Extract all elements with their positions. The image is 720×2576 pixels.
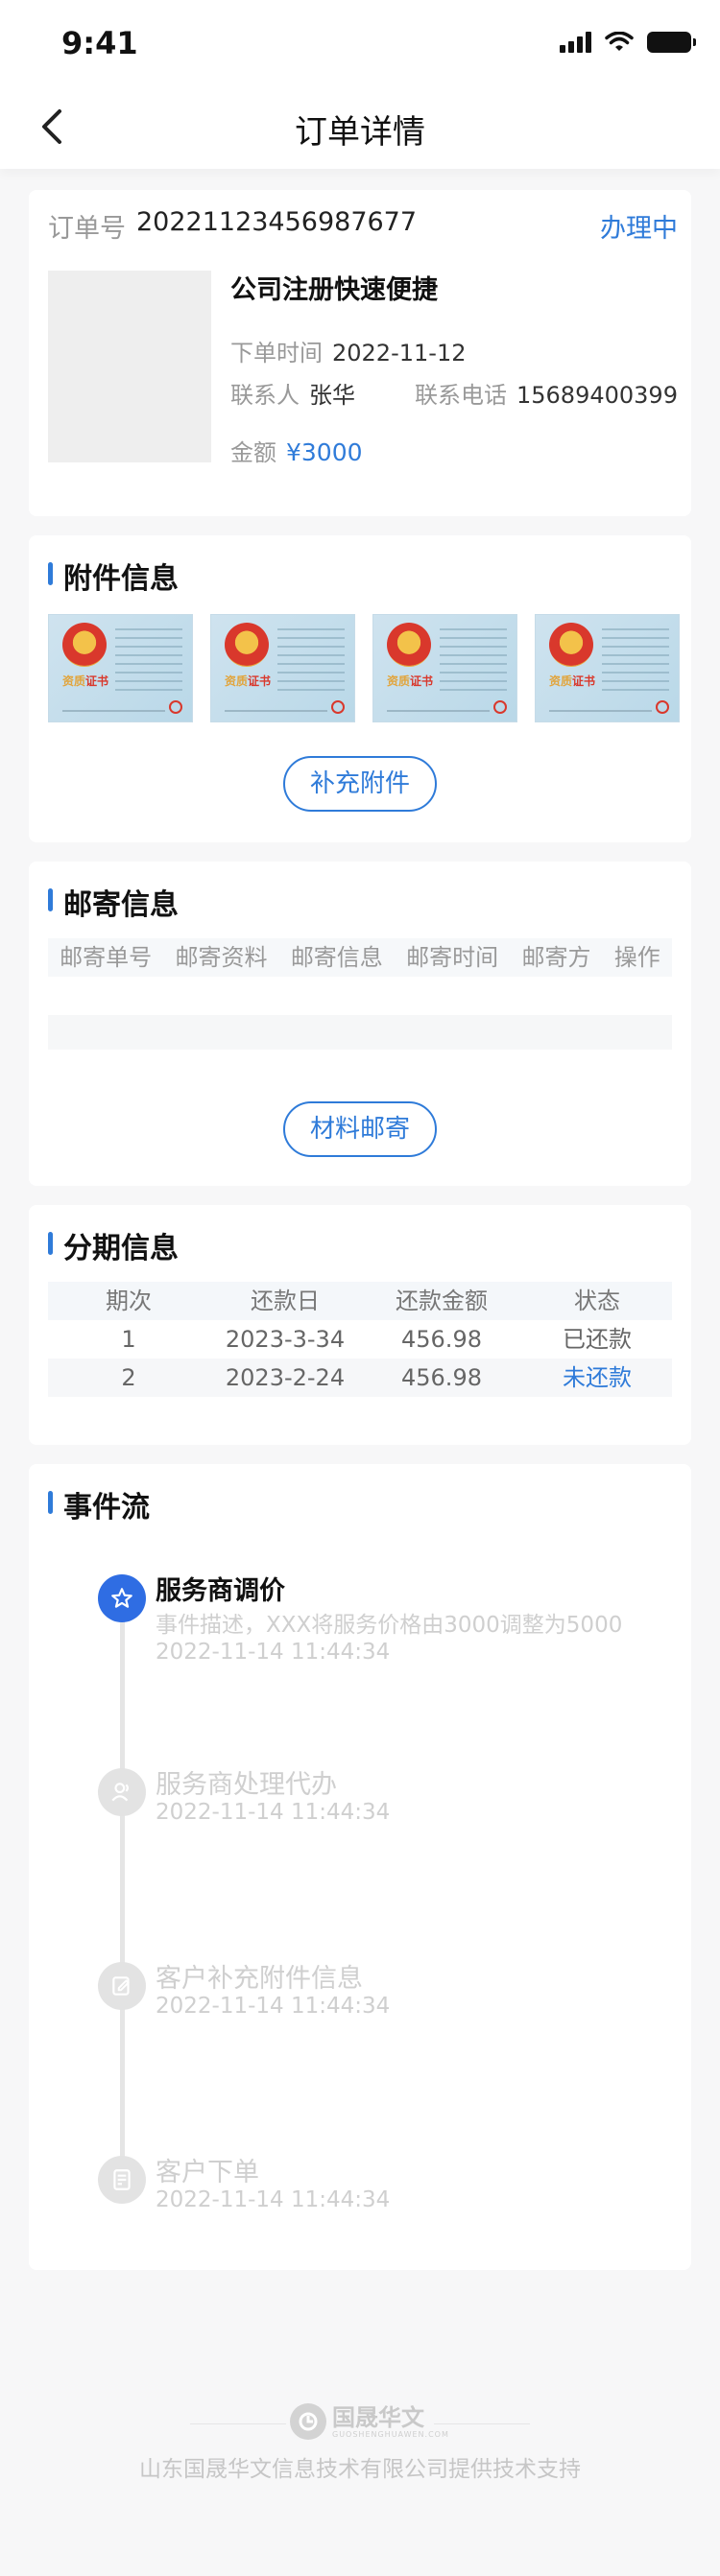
event-title: 客户补充附件信息 [156,1964,363,1994]
table-row: 1 2023-3-34 456.98 已还款 [48,1320,672,1359]
column-header: 期次 [106,1288,152,1314]
event-time: 2022-11-14 11:44:34 [156,1994,391,2019]
timeline-line [120,1598,125,2193]
edit-doc-icon [98,1962,146,2010]
nav-bar: 订单详情 [0,84,720,169]
certificate-thumbnail[interactable]: 资质证书 [535,614,680,722]
certificate-thumbnail[interactable]: 资质证书 [210,614,355,722]
event-desc: 事件描述，XXX将服务价格由3000调整为5000 [156,1613,623,1638]
column-header: 邮寄信息 [290,944,383,971]
users-icon [98,1768,146,1816]
phone-row: 联系电话 15689400399 [415,376,678,410]
logo-mark-icon [290,2403,326,2440]
event-title: 客户下单 [156,2158,259,2187]
contact-name: 张华 [309,382,355,409]
column-header: 邮寄单号 [60,944,153,971]
order-time-row: 下单时间 2022-11-12 [230,334,466,367]
amount-cell: 456.98 [401,1364,482,1391]
period-cell: 1 [121,1326,136,1353]
attachments-card: 附件信息 资质证书 资质证书 资质证书 资质证书 补充附件 [29,535,691,842]
mailing-empty-row [48,1015,672,1050]
order-no: 20221123456987677 [136,207,418,237]
wifi-icon [605,32,634,51]
product-name: 公司注册快速便捷 [230,275,438,305]
event-time: 2022-11-14 11:44:34 [156,2187,391,2212]
logo-subtext: GUOSHENGHUAWEN.COM [332,2429,449,2439]
status-cell: 已还款 [563,1326,632,1353]
column-header: 邮寄时间 [406,944,499,971]
logo-text: 国晟华文 [332,2403,424,2431]
contact-label: 联系人 [230,382,300,409]
event-title: 服务商调价 [156,1576,285,1606]
events-title: 事件流 [48,1483,150,1525]
signal-icon [560,32,591,53]
order-card: 订单号 20221123456987677 办理中 公司注册快速便捷 下单时间 2… [29,190,691,516]
installments-title: 分期信息 [48,1224,179,1266]
amount-label: 金额 [230,439,276,466]
period-cell: 2 [121,1364,136,1391]
column-header: 还款日 [251,1288,320,1314]
amount-value: ¥3000 [286,438,363,466]
status-icons [560,29,696,56]
order-no-label: 订单号 [48,214,126,244]
date-cell: 2023-2-24 [225,1364,346,1391]
status-time: 9:41 [61,25,138,61]
certificate-thumbnail[interactable]: 资质证书 [48,614,193,722]
event-time: 2022-11-14 11:44:34 [156,1640,391,1665]
order-time-label: 下单时间 [230,340,323,366]
installments-card: 分期信息 期次 还款日 还款金额 状态 1 2023-3-34 456.98 已… [29,1205,691,1445]
status-bar: 9:41 [0,0,720,84]
installments-table: 期次 还款日 还款金额 状态 1 2023-3-34 456.98 已还款 2 … [48,1282,672,1397]
phone-label: 联系电话 [415,382,507,409]
mailing-title: 邮寄信息 [48,881,179,923]
mailing-card: 邮寄信息 邮寄单号 邮寄资料 邮寄信息 邮寄时间 邮寄方 操作 材料邮寄 [29,862,691,1186]
column-header: 状态 [574,1288,620,1314]
attachments-title: 附件信息 [48,555,179,597]
battery-icon [647,32,696,53]
attachment-list: 资质证书 资质证书 资质证书 资质证书 [48,614,680,722]
amount-row: 金额 ¥3000 [230,434,363,467]
footer-divider [190,2423,286,2424]
column-header: 操作 [613,944,660,971]
column-header: 邮寄方 [521,944,591,971]
tech-support-text: 山东国晟华文信息技术有限公司提供技术支持 [139,2457,581,2482]
status-cell: 未还款 [563,1364,632,1391]
star-icon [98,1574,146,1622]
product-image [48,271,211,462]
date-cell: 2023-3-34 [225,1326,346,1353]
order-time: 2022-11-12 [332,340,467,366]
column-header: 还款金额 [396,1288,488,1314]
order-doc-icon [98,2156,146,2204]
table-header: 期次 还款日 还款金额 状态 [48,1282,672,1320]
add-attachment-button[interactable]: 补充附件 [283,756,437,812]
contact-row: 联系人 张华 [230,376,355,410]
company-logo: 国晟华文 GUOSHENGHUAWEN.COM [290,2403,449,2440]
order-status-badge: 办理中 [600,214,678,244]
events-card: 事件流 服务商调价 事件描述，XXX将服务价格由3000调整为5000 2022… [29,1464,691,2270]
material-mailing-button[interactable]: 材料邮寄 [283,1101,437,1157]
table-row: 2 2023-2-24 456.98 未还款 [48,1359,672,1397]
certificate-thumbnail[interactable]: 资质证书 [372,614,517,722]
phone-number[interactable]: 15689400399 [516,382,678,409]
column-header: 邮寄资料 [175,944,268,971]
page-title: 订单详情 [295,113,425,152]
amount-cell: 456.98 [401,1326,482,1353]
event-title: 服务商处理代办 [156,1770,337,1800]
event-time: 2022-11-14 11:44:34 [156,1800,391,1825]
mailing-table-header: 邮寄单号 邮寄资料 邮寄信息 邮寄时间 邮寄方 操作 [48,938,672,977]
